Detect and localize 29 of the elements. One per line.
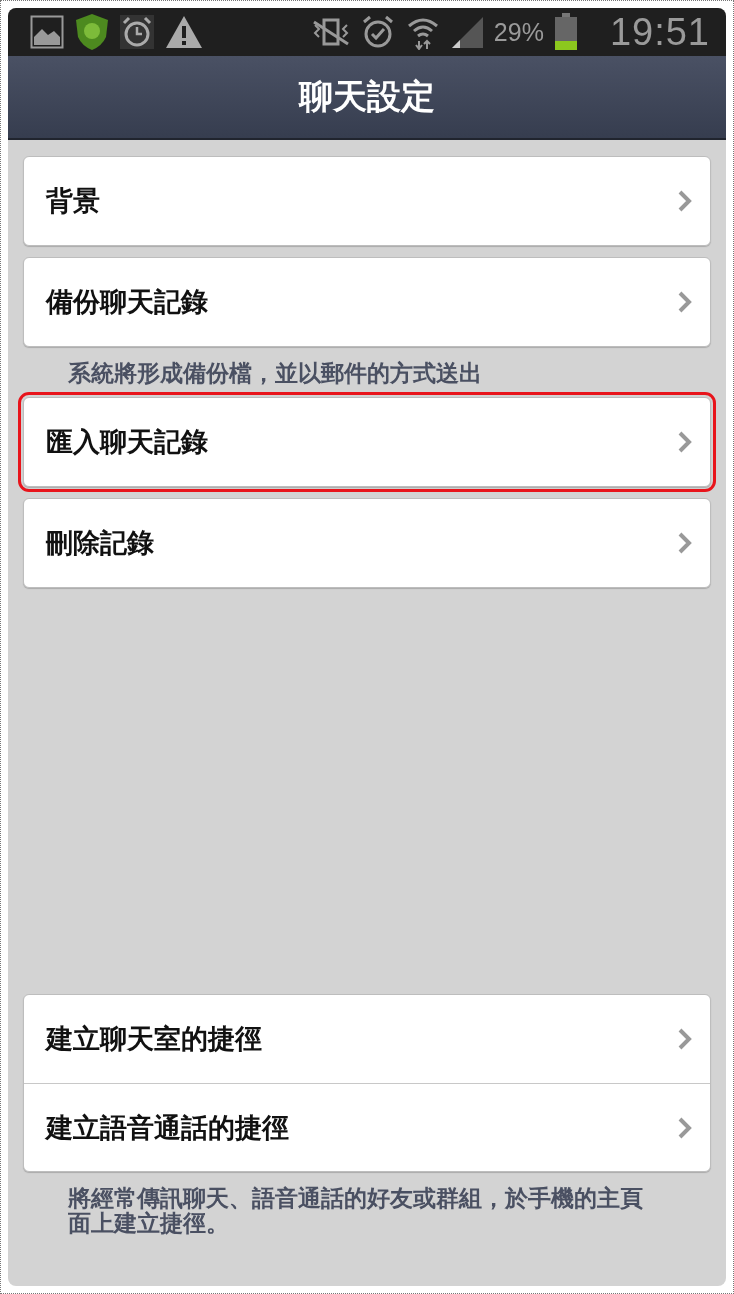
chevron-icon [678,532,692,554]
hint-text: 將經常傳訊聊天、語音通話的好友或群組，於手機的主頁面上建立捷徑。 [68,1186,644,1236]
item-label: 背景 [46,184,101,218]
chevron-icon [678,1028,692,1050]
settings-item[interactable]: 備份聊天記錄 [23,257,711,347]
chevron-icon [678,431,692,453]
shield-icon [74,13,110,51]
item-label: 建立語音通話的捷徑 [46,1110,290,1145]
item-label: 刪除記錄 [46,526,155,560]
item-label: 建立聊天室的捷徑 [46,1022,263,1056]
battery-icon [553,13,578,51]
clock-time: 19:51 [609,10,710,54]
settings-item[interactable]: 刪除記錄 [23,498,711,588]
chevron-icon [678,1116,692,1139]
hint-text: 系統將形成備份檔，並以郵件的方式送出 [68,361,483,386]
alarm-clock-icon [120,15,154,49]
settings-item[interactable]: 匯入聊天記錄 [23,397,711,487]
chevron-icon [678,291,692,313]
settings-item[interactable]: 建立聊天室的捷徑 [24,995,710,1083]
chevron-icon [678,190,692,212]
image-icon [30,15,64,49]
settings-item[interactable]: 背景 [23,156,711,246]
warning-icon [164,14,204,50]
item-label: 備份聊天記錄 [46,285,209,319]
settings-item[interactable]: 建立語音通話的捷徑 [24,1083,710,1171]
item-label: 匯入聊天記錄 [46,425,209,459]
battery-percent: 29% [493,17,544,47]
vibrate-mute-icon [311,17,350,47]
screen-title: 聊天設定 [299,75,435,118]
